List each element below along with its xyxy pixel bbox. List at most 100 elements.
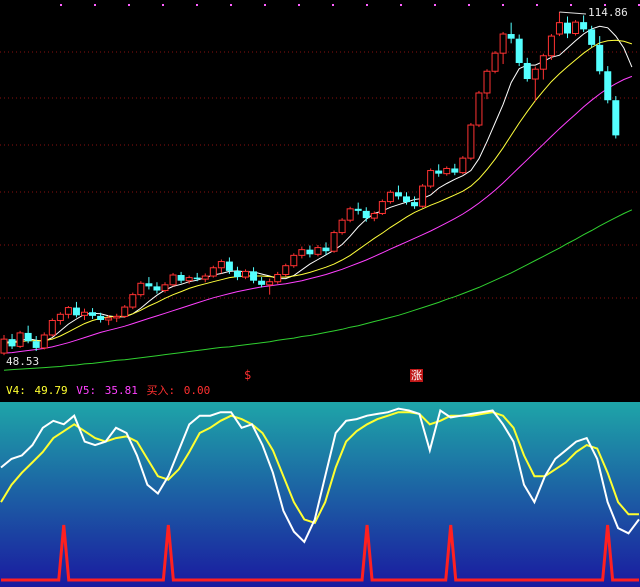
candle-body-up [209,267,217,277]
top-dot-marker [502,4,504,6]
candle-body-down [580,22,588,30]
moving-average-line-2 [3,39,633,344]
candle-body-up [0,338,8,354]
candle-body-up [459,157,467,174]
candle-body-up [483,70,491,94]
stock-chart-window: 114.86 48.53 $ 涨 V4: 49.79 V5: 35.81 买入:… [0,0,640,587]
price-high-label: 114.86 [588,6,628,19]
candle-body-up [427,170,435,187]
top-dot-marker [60,4,62,6]
candle-body-up [539,55,547,70]
candle-body-up [121,306,129,317]
top-dot-marker [536,4,538,6]
indicator-legend: V4: 49.79 V5: 35.81 买入: 0.00 [6,384,212,397]
candle-body-down [89,312,97,316]
candle-body-down [451,168,459,173]
candle-body-up [555,22,563,35]
moving-average-line-4 [3,209,633,371]
moving-average-line-3 [3,75,633,354]
v5-legend-value: 35.81 [104,384,138,397]
v4-legend-label: V4: [6,384,26,397]
top-dot-marker [196,4,198,6]
top-dot-marker [570,4,572,6]
candle-body-down [233,270,241,278]
top-dot-marker [94,4,96,6]
candle-body-down [403,196,410,203]
top-dot-marker [366,4,368,6]
candle-body-up [531,68,539,80]
candle-body-down [515,38,523,63]
candle-body-down [24,332,32,342]
candle-body-up [56,313,64,322]
candle-body-down [354,208,362,211]
candle-body-up [217,261,225,269]
top-dot-marker [128,4,130,6]
candle-body-up [547,35,555,57]
signal-s-marker[interactable]: $ [244,369,251,382]
candle-body-up [266,281,274,286]
candle-body-down [394,192,402,197]
candle-body-down [411,202,419,207]
v4-legend-value: 49.79 [34,384,68,397]
candle-body-down [153,286,161,291]
candle-body-up [81,311,88,316]
candle-body-up [242,270,249,278]
candle-body-down [193,277,201,280]
candle-body-down [306,249,314,255]
top-dot-marker [434,4,436,6]
candle-body-up [330,232,338,252]
candle-body-up [169,274,177,286]
candle-body-up [475,92,483,126]
candle-body-up [40,334,48,349]
top-dot-marker [468,4,470,6]
candle-body-up [185,277,193,282]
high-price-pointer [559,11,587,15]
v5-legend-label: V5: [76,384,97,397]
candle-body-up [113,315,121,319]
candle-body-down [250,271,258,281]
candle-body-up [161,284,169,292]
candle-body-up [572,21,580,35]
candle-body-up [48,320,56,336]
candle-body-up [290,254,298,267]
candle-body-up [443,167,451,175]
candle-body-down [362,210,370,219]
top-dot-marker [230,4,232,6]
candle-body-up [105,317,113,321]
candle-body-up [499,33,507,54]
indicator-panel[interactable] [0,382,640,587]
candle-body-up [16,332,24,347]
candle-body-down [596,44,604,72]
candle-body-down [72,307,80,316]
candle-body-down [507,34,515,39]
candle-body-up [338,219,346,234]
candle-body-up [370,212,378,219]
candle-body-up [274,273,282,283]
signal-zhang-marker[interactable]: 涨 [410,369,423,382]
candle-body-down [322,247,330,252]
candle-body-down [97,315,105,320]
candle-body-up [282,265,290,275]
candle-body-down [8,339,16,347]
candle-body-down [612,100,620,136]
candle-body-down [145,283,153,287]
candle-body-down [177,275,185,281]
candle-body-up [467,124,475,159]
price-candlestick-panel[interactable] [0,0,640,382]
candle-body-down [225,261,233,271]
buy-legend-value: 0.00 [183,384,211,397]
candle-body-up [314,247,322,255]
candle-body-up [137,282,145,296]
candle-body-down [258,280,266,285]
price-low-label: 48.53 [6,355,40,368]
top-dot-marker [162,4,164,6]
top-dot-marker [332,4,334,6]
candle-body-up [64,307,72,315]
candle-body-down [32,341,40,348]
top-dot-marker [264,4,266,6]
candle-body-up [491,52,499,72]
candle-body-up [419,185,427,207]
buy-legend-label: 买入: [146,384,176,397]
candle-body-down [564,22,571,34]
candle-body-up [298,249,306,256]
